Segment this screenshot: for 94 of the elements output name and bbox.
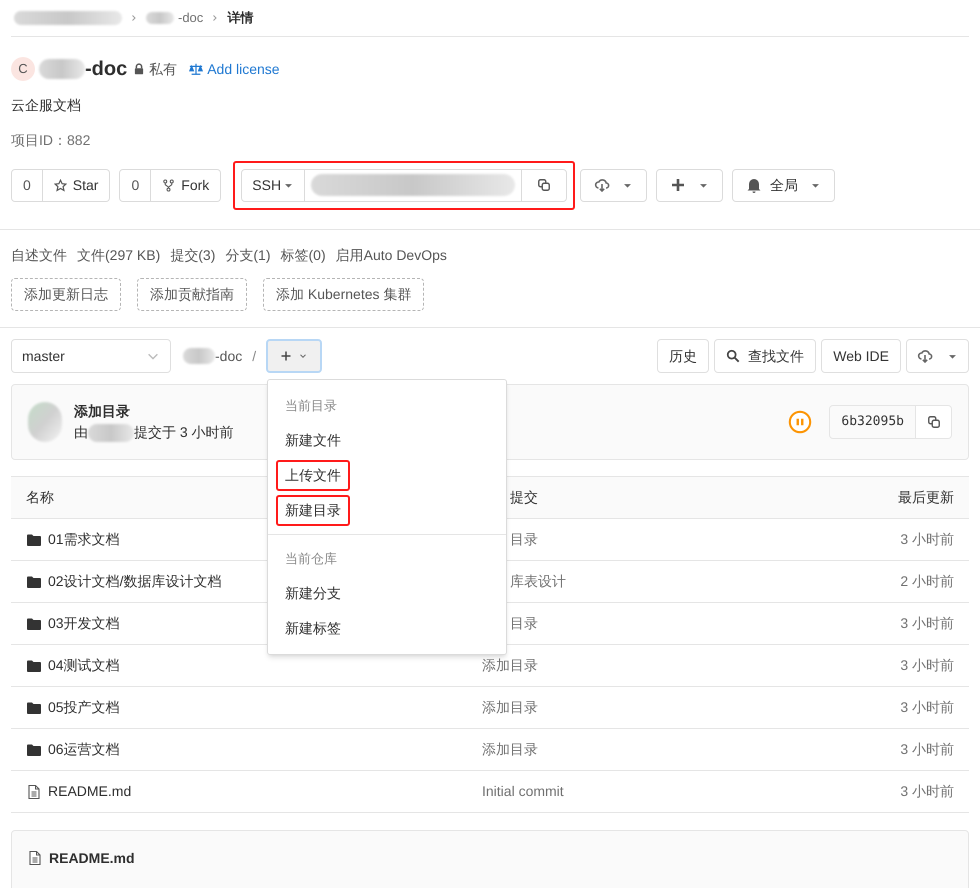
menu-item[interactable]: 新建标签 <box>276 613 350 644</box>
add-dropdown[interactable] <box>656 168 724 202</box>
bell-icon <box>746 177 762 193</box>
folder-icon <box>26 532 42 548</box>
file-icon <box>26 784 42 800</box>
branch-dropdown[interactable]: master <box>11 339 171 373</box>
star-button[interactable]: Star <box>42 168 110 202</box>
folder-link[interactable]: 03开发文档 <box>48 613 120 634</box>
avatar <box>28 402 62 442</box>
blurred-text <box>183 348 215 364</box>
fork-button[interactable]: Fork <box>151 168 222 202</box>
project-id: 项目ID：882 <box>10 131 92 150</box>
path-link[interactable]: -doc <box>215 346 242 366</box>
menu-item[interactable]: 上传文件 <box>276 460 350 491</box>
updated-time: 3 小时前 <box>900 656 954 675</box>
commit-message-link[interactable]: 添加目录 <box>482 697 538 718</box>
suggestion-button[interactable]: 添加更新日志 <box>11 278 121 311</box>
commit-message-link[interactable]: 添加目录 <box>482 739 538 760</box>
column-header: 名称 <box>26 488 55 507</box>
menu-item[interactable]: 新建文件 <box>276 425 350 456</box>
folder-link[interactable]: 02设计文档/数据库设计文档 <box>48 571 222 592</box>
pipeline-paused-icon <box>788 410 812 434</box>
column-header: 最后更新 <box>898 488 954 507</box>
readme-title: README.md <box>49 848 135 868</box>
nav-link[interactable]: 启用Auto DevOps <box>336 245 447 265</box>
chevron-right-icon <box>130 14 138 22</box>
commit-message-link[interactable]: 添加目录 <box>482 655 538 676</box>
folder-link[interactable]: 01需求文档 <box>48 529 120 550</box>
project-name: -doc <box>85 57 128 82</box>
suggestion-button[interactable]: 添加贡献指南 <box>137 278 247 311</box>
nav-link[interactable]: 自述文件 <box>11 245 67 265</box>
folder-icon <box>26 742 42 758</box>
license-link[interactable]: Add license <box>207 58 280 80</box>
updated-time: 2 小时前 <box>900 572 954 591</box>
folder-icon <box>26 574 42 590</box>
count-badge: 0 <box>119 168 152 202</box>
toolbar-button[interactable]: 历史 <box>657 339 710 373</box>
count-badge: 0 <box>11 168 43 202</box>
cloud-download-icon <box>594 177 610 193</box>
visibility-label: 私有 <box>149 60 178 78</box>
plus-icon <box>670 177 686 193</box>
search-icon <box>726 349 740 363</box>
nav-link[interactable]: 标签(0) <box>280 245 326 265</box>
find-file-button[interactable]: 查找文件 <box>714 339 816 373</box>
commit-message-link[interactable]: Initial commit <box>482 781 564 802</box>
updated-time: 3 小时前 <box>900 614 954 633</box>
plus-icon <box>280 350 292 362</box>
scale-icon <box>189 62 204 76</box>
project-avatar: C <box>11 57 35 81</box>
nav-link[interactable]: 分支(1) <box>225 245 270 265</box>
folder-icon <box>26 616 42 632</box>
folder-link[interactable]: 05投产文档 <box>48 697 120 718</box>
menu-heading: 当前目录 <box>284 396 338 415</box>
toolbar-button[interactable]: Web IDE <box>821 339 901 373</box>
blurred-text <box>88 424 134 442</box>
menu-heading: 当前仓库 <box>284 550 338 568</box>
chevron-right-icon <box>211 14 220 22</box>
copy-button[interactable] <box>521 168 568 202</box>
nav-link[interactable]: 提交(3) <box>170 245 216 265</box>
commit-sha[interactable]: 6b32095b <box>829 405 916 439</box>
updated-time: 3 小时前 <box>900 698 954 717</box>
blurred-text <box>39 59 85 79</box>
download-dropdown[interactable] <box>906 339 969 373</box>
commit-author-label: 由 <box>74 423 88 442</box>
updated-time: 3 小时前 <box>900 530 954 549</box>
commit-title: 添加目录 <box>74 402 131 421</box>
updated-time: 3 小时前 <box>900 782 954 801</box>
download-dropdown[interactable] <box>580 168 648 202</box>
path-separator: / <box>252 346 256 366</box>
updated-time: 3 小时前 <box>900 740 954 759</box>
copy-icon <box>537 178 552 192</box>
star-icon <box>54 178 67 192</box>
file-link[interactable]: README.md <box>48 781 132 802</box>
fork-icon <box>162 178 176 192</box>
breadcrumb-link[interactable]: -doc <box>178 8 204 28</box>
menu-item[interactable]: 新建分支 <box>276 578 350 609</box>
folder-icon <box>26 700 42 716</box>
folder-link[interactable]: 04测试文档 <box>48 655 120 676</box>
blurred-text <box>146 12 174 24</box>
nav-link[interactable]: 文件(297 KB) <box>77 245 160 265</box>
copy-icon <box>926 415 940 429</box>
menu-item[interactable]: 新建目录 <box>276 495 350 526</box>
folder-icon <box>26 658 42 674</box>
file-icon <box>27 850 43 866</box>
column-header: 提交 <box>509 488 538 507</box>
cloud-download-icon <box>917 348 933 364</box>
copy-button[interactable] <box>916 405 952 439</box>
notification-dropdown[interactable]: 全局 <box>732 168 836 202</box>
commit-time: 提交于 3 小时前 <box>134 423 234 442</box>
project-description: 云企服文档 <box>10 96 82 115</box>
folder-link[interactable]: 06运营文档 <box>48 739 120 760</box>
suggestion-button[interactable]: 添加 Kubernetes 集群 <box>263 278 424 311</box>
protocol-dropdown[interactable]: SSH <box>241 168 306 202</box>
lock-icon <box>133 62 146 76</box>
